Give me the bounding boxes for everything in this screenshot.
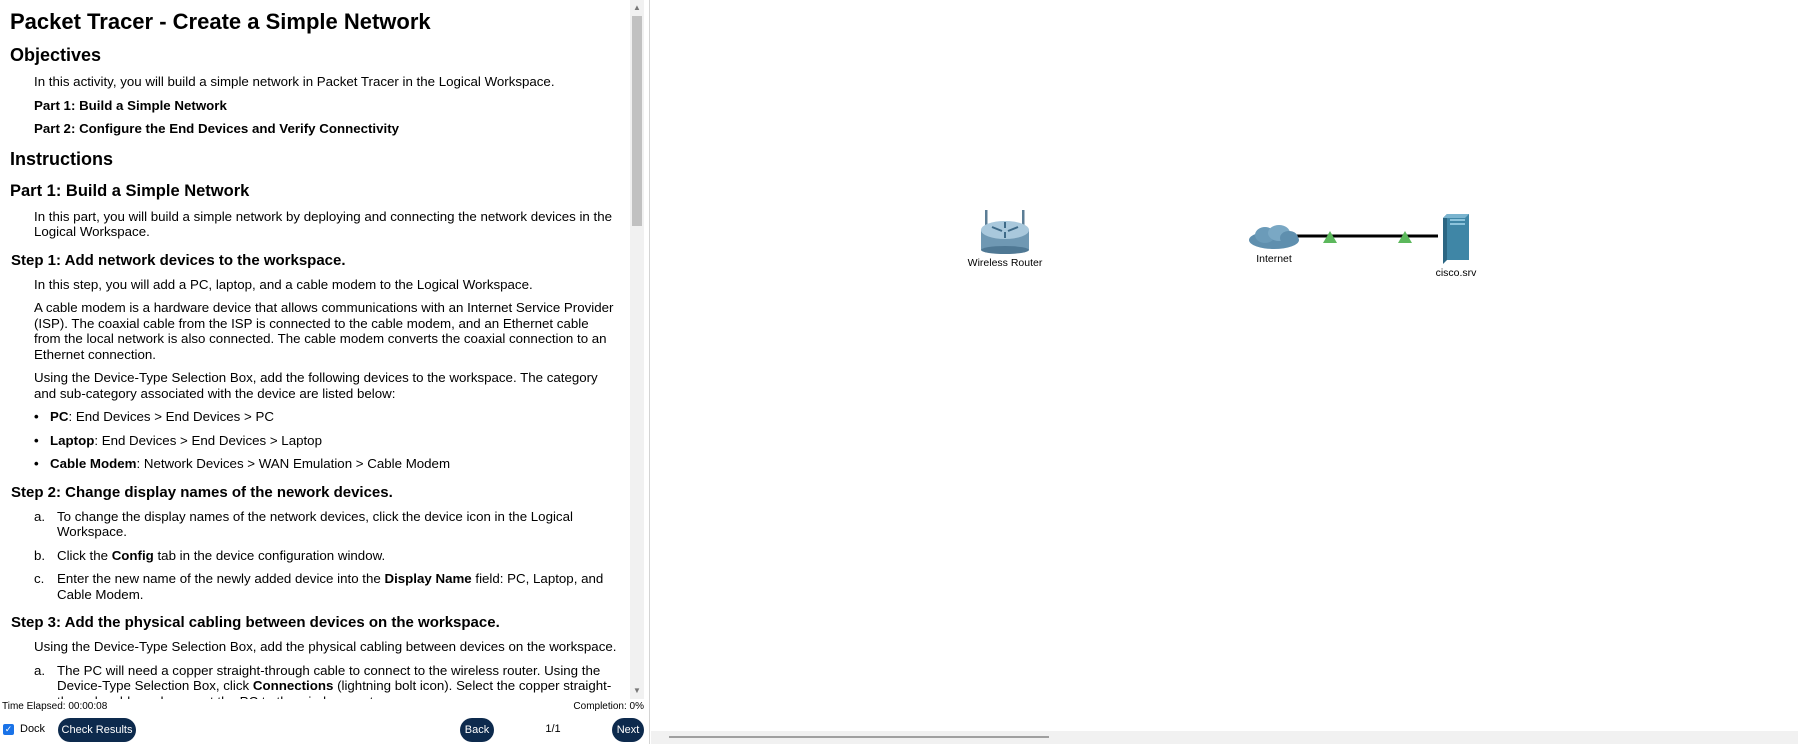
bullet-device-name: PC: [50, 409, 69, 424]
step3-paragraph: Using the Device-Type Selection Box, add…: [34, 639, 617, 654]
completion-percentage: Completion: 0%: [573, 701, 644, 712]
scroll-down-arrow-icon[interactable]: ▼: [630, 685, 644, 697]
server-icon: [1443, 214, 1469, 264]
time-elapsed: Time Elapsed: 00:00:08: [2, 701, 108, 712]
step2-heading: Step 2: Change display names of the newo…: [11, 483, 393, 501]
objectives-intro: In this activity, you will build a simpl…: [34, 74, 555, 89]
bullet-device-name: Cable Modem: [50, 456, 137, 471]
objective-part2: Part 2: Configure the End Devices and Ve…: [34, 121, 400, 136]
objective-part1: Part 1: Build a Simple Network: [34, 97, 227, 113]
bullet-device-path: : Network Devices > WAN Emulation > Cabl…: [136, 456, 451, 471]
device-label: Wireless Router: [967, 257, 1043, 269]
part1-intro: In this part, you will build a simple ne…: [34, 208, 612, 240]
bullet-device-name: Laptop: [50, 432, 95, 448]
status-row: Time Elapsed: 00:00:08 Completion: 0%: [0, 700, 650, 714]
bullet-device-path: : End Devices > End Devices > PC: [68, 409, 274, 424]
bullet-device-path: : End Devices > End Devices > Laptop: [94, 432, 322, 448]
dock-checkbox[interactable]: ✓: [3, 724, 14, 735]
step1-paragraph: In this step, you will add a PC, laptop,…: [34, 276, 533, 292]
topology-canvas: [1291, 231, 1438, 243]
device-label: Internet: [1256, 253, 1292, 265]
step3-heading: Step 3: Add the physical cabling between…: [11, 614, 500, 631]
dock-label: Dock: [20, 723, 46, 735]
back-button[interactable]: Back: [460, 718, 494, 742]
step1-paragraph: A cable modem is a hardware device that …: [34, 300, 614, 362]
wireless-router-icon: [981, 210, 1029, 254]
next-button[interactable]: Next: [612, 718, 644, 742]
list-item: • Laptop: End Devices > End Devices > La…: [34, 433, 618, 449]
list-item: • Cable Modem: Network Devices > WAN Emu…: [34, 456, 618, 472]
instructions-pane: Packet Tracer - Create a Simple Network …: [0, 0, 650, 744]
bullet-icon: •: [34, 409, 39, 424]
device-wireless-router[interactable]: Wireless Router: [963, 208, 1047, 269]
list-item: c. Enter the new name of the newly added…: [34, 571, 604, 602]
list-item: • PC: End Devices > End Devices > PC: [34, 409, 618, 425]
instructions-heading: Instructions: [10, 148, 114, 169]
objectives-heading: Objectives: [10, 45, 102, 65]
list-item: a. To change the display names of the ne…: [34, 508, 573, 540]
step1-paragraph: Using the Device-Type Selection Box, add…: [34, 370, 598, 401]
device-label: cisco.srv: [1435, 267, 1477, 279]
part1-heading: Part 1: Build a Simple Network: [10, 181, 250, 200]
device-internet[interactable]: Internet: [1239, 224, 1309, 265]
scrollbar-thumb[interactable]: [669, 736, 1049, 738]
instructions-document: Packet Tracer - Create a Simple Network …: [0, 0, 628, 699]
list-item: a. The PC will need a copper straight-th…: [34, 662, 612, 700]
horizontal-scrollbar[interactable]: [651, 731, 1798, 744]
cloud-icon: [1249, 225, 1299, 249]
check-results-button[interactable]: Check Results: [58, 718, 136, 742]
bullet-icon: •: [34, 456, 39, 471]
scroll-up-arrow-icon[interactable]: ▲: [630, 2, 644, 14]
step1-heading: Step 1: Add network devices to the works…: [11, 251, 346, 269]
bottom-controls: ✓ Dock Check Results Back 1/1 Next: [0, 715, 650, 744]
vertical-scrollbar[interactable]: ▲ ▼: [630, 0, 644, 699]
scrollbar-thumb[interactable]: [632, 16, 642, 226]
device-cisco-srv[interactable]: cisco.srv: [1423, 210, 1489, 279]
page-title: Packet Tracer - Create a Simple Network: [10, 9, 431, 34]
page-number: 1/1: [505, 716, 601, 743]
logical-workspace[interactable]: Wireless Router Internet cisco.srv: [651, 0, 1798, 744]
bullet-icon: •: [34, 432, 39, 448]
list-item: b. Click the Config tab in the device co…: [34, 547, 386, 563]
